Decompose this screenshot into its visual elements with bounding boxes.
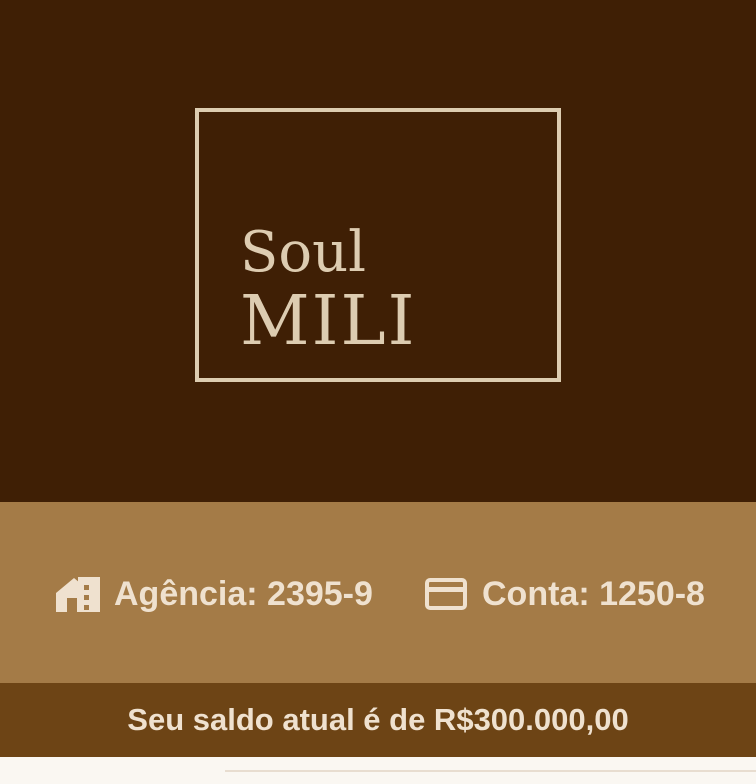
balance-text: Seu saldo atual é de R$300.000,00 xyxy=(127,702,629,737)
banking-screen: Soul MILI Agência: 2395-9 Conta: 1250-8 xyxy=(0,0,756,784)
logo-line-2: MILI xyxy=(240,282,417,361)
soul-mili-logo: Soul MILI xyxy=(195,108,561,382)
bottom-divider xyxy=(225,770,756,772)
brand-header: Soul MILI xyxy=(0,0,756,502)
agency-info: Agência: 2395-9 xyxy=(54,574,373,614)
logo-line-1: Soul xyxy=(240,220,367,285)
agency-label: Agência: 2395-9 xyxy=(114,574,373,613)
account-details: Agência: 2395-9 Conta: 1250-8 xyxy=(0,502,756,683)
account-info: Conta: 1250-8 xyxy=(425,574,705,614)
current-balance: Seu saldo atual é de R$300.000,00 xyxy=(0,683,756,757)
account-label: Conta: 1250-8 xyxy=(482,574,705,613)
credit-card-icon xyxy=(425,578,467,610)
house-icon xyxy=(56,577,100,612)
